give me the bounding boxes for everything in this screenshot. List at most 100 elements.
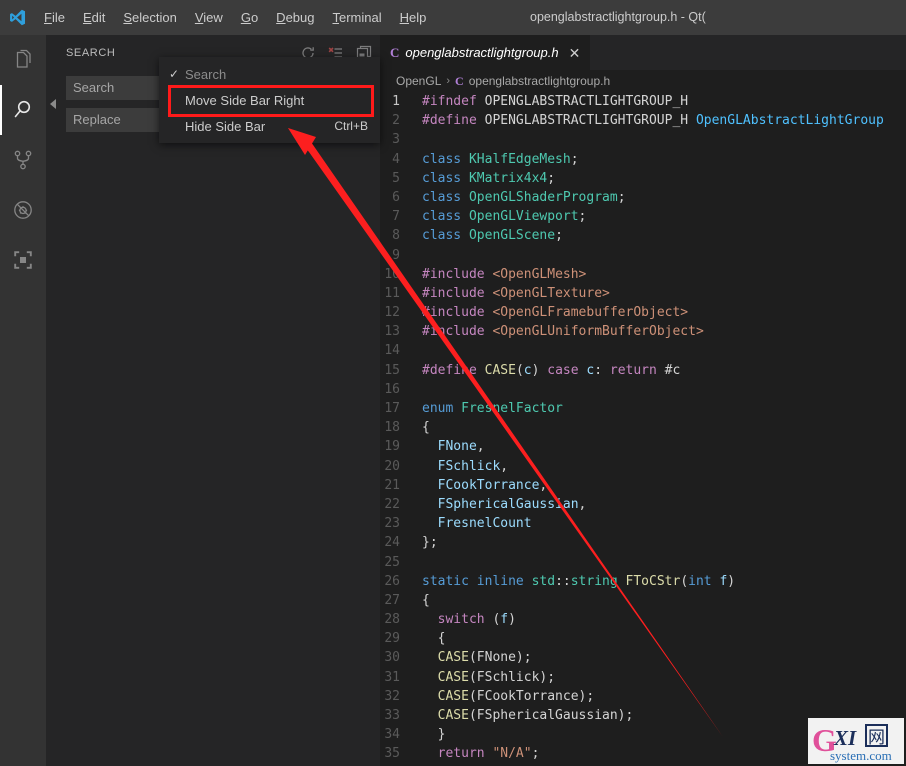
expand-replace-triangle-icon[interactable] [50,99,56,109]
line-number: 24 [384,535,400,551]
line-number: 28 [384,612,400,628]
line-number: 7 [392,209,400,225]
code-line-text: class KHalfEdgeMesh; [422,150,579,169]
code-line-text: CASE(FCookTorrance); [422,687,595,706]
code-line[interactable]: 29 { [380,629,906,648]
line-number: 27 [384,592,400,608]
code-line[interactable]: 26 static inline std::string FToCStr(int … [380,572,906,591]
code-line[interactable]: 14 [380,341,906,360]
breadcrumb-root[interactable]: OpenGL [396,74,441,88]
code-line-text: class KMatrix4x4; [422,169,555,188]
code-line[interactable]: 19 FNone, [380,437,906,456]
code-line[interactable]: 3 [380,130,906,149]
menu-debug[interactable]: Debug [267,0,323,35]
line-number: 18 [384,420,400,436]
menu-go[interactable]: Go [232,0,267,35]
code-token: FToCStr [625,573,681,589]
code-line-text: #include <OpenGLUniformBufferObject> [422,322,704,341]
context-menu-item[interactable]: ✓ Search [159,61,380,87]
code-line[interactable]: 13 #include <OpenGLUniformBufferObject> [380,322,906,341]
code-token: FSphericalGaussian [437,496,579,512]
code-line[interactable]: 16 [380,380,906,399]
menu-edit[interactable]: Edit [74,0,114,35]
code-line[interactable]: 20 FSchlick, [380,457,906,476]
code-line[interactable]: 1 #ifndef OPENGLABSTRACTLIGHTGROUP_H [380,92,906,111]
code-token: OpenGLScene [468,228,556,244]
code-token: ; [531,746,540,762]
code-line-text: class OpenGLViewport; [422,207,586,226]
watermark-cjk: 网 [868,728,885,748]
code-line[interactable]: 24}; [380,533,906,552]
code-token: #define [422,113,485,129]
line-number: 9 [392,247,400,263]
context-menu-item[interactable]: Move Side Bar Right [159,87,380,113]
code-editor[interactable]: 1 #ifndef OPENGLABSTRACTLIGHTGROUP_H 2 #def… [380,92,906,766]
code-line[interactable]: 31 CASE(FSchlick); [380,668,906,687]
line-number: 5 [392,170,400,186]
code-line[interactable]: 6 class OpenGLShaderProgram; [380,188,906,207]
activity-item-extensions[interactable] [0,235,46,285]
editor-area: C openglabstractlightgroup.h ✕ OpenGL › … [380,35,906,766]
code-line[interactable]: 28 switch (f) [380,610,906,629]
code-line-text: return "N/A"; [422,744,540,763]
code-line[interactable]: 8 class OpenGLScene; [380,226,906,245]
code-token: KHalfEdgeMesh [468,151,571,167]
source-control-icon [11,148,35,172]
line-number: 1 [392,94,400,109]
code-line[interactable]: 10 #include <OpenGLMesh> [380,265,906,284]
code-line[interactable]: 2 #define OPENGLABSTRACTLIGHTGROUP_H Open… [380,111,906,130]
code-line[interactable]: 30 CASE(FNone); [380,648,906,667]
code-line[interactable]: 5 class KMatrix4x4; [380,169,906,188]
code-line[interactable]: 12 #include <OpenGLFramebufferObject> [380,303,906,322]
line-number: 30 [384,650,400,666]
code-line-text: FSchlick, [422,457,508,476]
code-line[interactable]: 15 #define CASE(c) case c: return #c [380,361,906,380]
activity-bar [0,35,46,766]
activity-item-debug[interactable] [0,185,46,235]
activity-item-explorer[interactable] [0,35,46,85]
code-token: ; [547,170,556,186]
code-line-text: { [422,418,430,437]
menu-view[interactable]: View [186,0,232,35]
breadcrumb-file[interactable]: openglabstractlightgroup.h [469,74,610,88]
code-line[interactable]: 25 [380,553,906,572]
code-token: OpenGLShaderProgram [468,189,618,205]
activity-item-source-control[interactable] [0,135,46,185]
code-token: { [422,420,430,436]
code-token: { [437,631,446,647]
editor-tab[interactable]: C openglabstractlightgroup.h ✕ [380,35,592,70]
line-number: 32 [384,688,400,704]
code-line[interactable]: 7 class OpenGLViewport; [380,207,906,226]
code-line[interactable]: 4 class KHalfEdgeMesh; [380,150,906,169]
code-line[interactable]: 32 CASE(FCookTorrance); [380,687,906,706]
code-token: int [688,573,712,589]
code-token: string [570,573,626,589]
breadcrumb-file-type-icon: C [455,73,464,88]
menu-file[interactable]: File [35,0,74,35]
code-line[interactable]: 9 [380,246,906,265]
close-icon[interactable]: ✕ [569,46,581,60]
code-line[interactable]: 21 FCookTorrance, [380,476,906,495]
code-line[interactable]: 23 FresnelCount [380,514,906,533]
code-token: OpenGLAbstractLightGroup [695,113,884,129]
code-token: CASE [437,650,469,666]
menu-terminal[interactable]: Terminal [323,0,390,35]
context-menu-item[interactable]: Hide Side Bar Ctrl+B [159,113,380,139]
code-line[interactable]: 18 { [380,418,906,437]
code-line[interactable]: 17 enum FresnelFactor [380,399,906,418]
code-line[interactable]: 22 FSphericalGaussian, [380,495,906,514]
activity-item-search[interactable] [0,85,46,135]
line-number: 6 [392,189,400,205]
menu-selection[interactable]: Selection [114,0,185,35]
code-token: #include [422,305,493,321]
menu-help[interactable]: Help [391,0,436,35]
code-line-text: CASE(FNone); [422,648,532,667]
code-line[interactable]: 27 { [380,591,906,610]
code-token: OpenGLViewport [468,209,579,225]
code-line[interactable]: 11 #include <OpenGLTexture> [380,284,906,303]
